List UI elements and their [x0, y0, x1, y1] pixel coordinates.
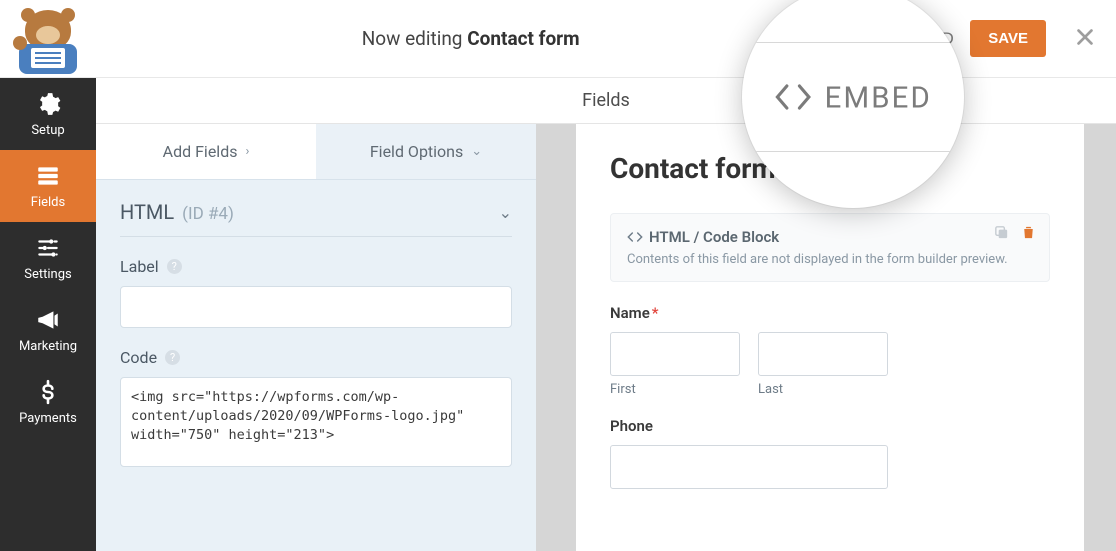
chevron-down-icon: ⌄ — [499, 203, 512, 222]
dollar-icon — [35, 379, 61, 405]
gutter-left — [536, 124, 576, 551]
label-text: Label — [120, 257, 159, 276]
close-icon — [1074, 26, 1096, 48]
sidenav-label: Settings — [24, 267, 71, 282]
gutter-right — [1084, 124, 1116, 551]
first-sublabel: First — [610, 382, 740, 397]
label-field-group: Label ? — [120, 257, 512, 328]
sidenav-label: Payments — [19, 411, 77, 426]
name-label: Name* — [610, 304, 1050, 322]
help-icon[interactable]: ? — [167, 259, 182, 274]
duplicate-icon[interactable] — [993, 224, 1010, 241]
save-label: SAVE — [988, 30, 1028, 47]
html-block-title-text: HTML / Code Block — [649, 228, 779, 246]
html-code-block[interactable]: HTML / Code Block Contents of this field… — [610, 213, 1050, 282]
name-label-text: Name — [610, 304, 650, 322]
phone-field-row: Phone — [610, 417, 1050, 489]
last-name-input[interactable] — [758, 332, 888, 376]
chevron-down-icon: ⌄ — [471, 144, 482, 159]
close-button[interactable] — [1074, 26, 1096, 52]
field-options-panel: HTML (ID #4) ⌄ Label ? — [96, 180, 536, 499]
required-mark: * — [652, 304, 659, 322]
trash-icon[interactable] — [1020, 224, 1037, 241]
tab-label: Add Fields — [163, 142, 238, 161]
label-input[interactable] — [120, 286, 512, 328]
sidenav-item-payments[interactable]: Payments — [0, 366, 96, 438]
sidenav-item-marketing[interactable]: Marketing — [0, 294, 96, 366]
sidenav-label: Marketing — [19, 339, 77, 354]
html-block-desc: Contents of this field are not displayed… — [627, 252, 1033, 267]
last-sublabel: Last — [758, 382, 888, 397]
tab-field-options[interactable]: Field Options ⌄ — [316, 124, 536, 179]
code-textarea[interactable] — [120, 377, 512, 467]
columns: Add Fields › Field Options ⌄ HTML (ID #4… — [96, 124, 1116, 551]
code-text: Code — [120, 348, 157, 367]
editing-prefix: Now editing — [362, 27, 468, 50]
left-column: Add Fields › Field Options ⌄ HTML (ID #4… — [96, 124, 536, 551]
megaphone-icon — [35, 307, 61, 333]
code-icon — [774, 78, 812, 116]
sidenav: Setup Fields Settings Marketing Payments — [0, 78, 96, 551]
label-heading: Label ? — [120, 257, 512, 276]
magnifier-text: EMBED — [825, 80, 932, 115]
name-field-row: Name* First Last — [610, 304, 1050, 397]
bear-logo-illustration — [9, 8, 87, 70]
phone-label: Phone — [610, 417, 1050, 435]
editing-form-name: Contact form — [467, 27, 579, 50]
save-button[interactable]: SAVE — [970, 20, 1046, 57]
code-heading: Code ? — [120, 348, 512, 367]
phone-input[interactable] — [610, 445, 888, 489]
block-actions — [993, 224, 1037, 241]
tabs: Add Fields › Field Options ⌄ — [96, 124, 536, 180]
options-header[interactable]: HTML (ID #4) ⌄ — [120, 200, 512, 237]
panel: Fields Add Fields › Field Options ⌄ — [96, 78, 1116, 551]
tab-add-fields[interactable]: Add Fields › — [96, 124, 316, 179]
code-icon — [627, 229, 643, 245]
block-type-name: HTML — [120, 200, 174, 224]
sidenav-item-setup[interactable]: Setup — [0, 78, 96, 150]
block-id: (ID #4) — [182, 204, 234, 224]
app-logo — [0, 0, 96, 78]
sidenav-item-settings[interactable]: Settings — [0, 222, 96, 294]
fields-header-text: Fields — [582, 90, 630, 111]
chevron-right-icon: › — [245, 144, 249, 159]
html-block-title: HTML / Code Block — [627, 228, 1033, 246]
tab-label: Field Options — [370, 142, 463, 161]
code-field-group: Code ? — [120, 348, 512, 471]
name-inputs: First Last — [610, 332, 1050, 397]
list-icon — [35, 163, 61, 189]
editing-title: Now editing Contact form — [96, 27, 845, 50]
sidenav-item-fields[interactable]: Fields — [0, 150, 96, 222]
first-name-input[interactable] — [610, 332, 740, 376]
sidenav-label: Fields — [31, 195, 65, 210]
help-icon[interactable]: ? — [165, 350, 180, 365]
gear-icon — [35, 91, 61, 117]
sliders-icon — [35, 235, 61, 261]
sidenav-label: Setup — [31, 123, 64, 138]
